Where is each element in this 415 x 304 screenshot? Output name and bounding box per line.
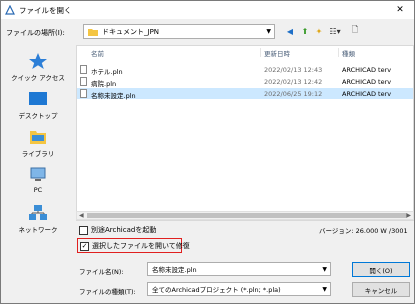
- new-folder-icon[interactable]: ✦: [312, 24, 326, 38]
- open-and-repair-label: 選択したファイルを開いて修復: [92, 242, 190, 250]
- place-label: デスクトップ: [18, 112, 58, 120]
- place-libraries[interactable]: ライブラリ: [5, 129, 71, 165]
- file-name: 病院.pln: [91, 80, 117, 88]
- title-bar: ファイルを開く ✕: [1, 1, 414, 19]
- horizontal-scrollbar[interactable]: ◀ ▶: [76, 211, 414, 220]
- scroll-left-icon[interactable]: ◀: [79, 212, 84, 219]
- filename-label: ファイル名(N):: [79, 268, 124, 276]
- separate-archicad-option[interactable]: 別途Archicadを起動: [79, 225, 156, 235]
- network-icon: [29, 205, 47, 220]
- up-folder-icon[interactable]: ⬆: [298, 24, 312, 38]
- separate-archicad-label: 別途Archicadを起動: [91, 226, 157, 234]
- archicad-icon: [5, 5, 15, 15]
- open-and-repair-option[interactable]: ✓ 選択したファイルを開いて修復: [80, 241, 190, 251]
- look-in-value: ドキュメント_JPN: [102, 27, 160, 36]
- file-type: ARCHICAD terv: [342, 66, 392, 74]
- open-and-repair-checkbox[interactable]: ✓: [80, 241, 89, 251]
- star-icon: [29, 53, 47, 69]
- look-in-label: ファイルの場所(I):: [6, 29, 65, 37]
- version-text: バージョン: 26.000 W /3001: [319, 227, 408, 235]
- file-modified: 2022/02/13 12:43: [264, 66, 323, 74]
- place-label: クイック アクセス: [11, 74, 65, 82]
- open-button[interactable]: 開く(O): [352, 262, 410, 277]
- close-button[interactable]: ✕: [386, 1, 414, 19]
- pln-file-icon: [80, 89, 87, 98]
- file-type: ARCHICAD terv: [342, 90, 392, 98]
- filetype-value: 全てのArchicadプロジェクト (*.pln; *.pla): [152, 286, 281, 294]
- back-icon[interactable]: ◀: [283, 24, 297, 38]
- place-label: PC: [33, 186, 43, 194]
- file-name: 名称未設定.pln: [91, 92, 136, 100]
- desktop-icon: [29, 92, 47, 105]
- place-desktop[interactable]: デスクトップ: [5, 91, 71, 127]
- scrollbar-thumb[interactable]: [87, 213, 407, 218]
- file-row[interactable]: 病院.pln 2022/02/13 12:42 ARCHICAD terv: [77, 76, 413, 88]
- folder-icon: [88, 28, 98, 36]
- view-menu-icon[interactable]: ☷▾: [328, 24, 342, 38]
- window-title: ファイルを開く: [19, 5, 72, 15]
- open-file-dialog: ファイルを開く ✕ ファイルの場所(I): ドキュメント_JPN ▼ ◀ ⬆ ✦…: [0, 0, 415, 304]
- file-modified: 2022/02/13 12:42: [264, 78, 323, 86]
- file-name: ホテル.pln: [91, 68, 123, 76]
- cancel-button[interactable]: キャンセル: [352, 282, 410, 297]
- column-header-modified[interactable]: 更新日時: [264, 48, 290, 58]
- pln-file-icon: [80, 77, 87, 86]
- column-header-type[interactable]: 種類: [342, 48, 355, 58]
- column-header-name[interactable]: 名前: [91, 48, 104, 58]
- place-label: ライブラリ: [21, 150, 55, 158]
- place-quick-access[interactable]: クイック アクセス: [5, 53, 71, 89]
- pln-file-icon: [80, 65, 87, 74]
- chevron-down-icon[interactable]: ▼: [322, 286, 327, 293]
- file-list[interactable]: 名前 更新日時 種類 ホテル.pln 2022/02/13 12:43 ARCH…: [76, 45, 414, 221]
- file-row-selected[interactable]: 名称未設定.pln 2022/06/25 19:12 ARCHICAD terv: [77, 88, 413, 100]
- place-pc[interactable]: PC: [5, 167, 71, 203]
- preview-icon[interactable]: 🗋: [348, 24, 362, 38]
- place-network[interactable]: ネットワーク: [5, 205, 71, 241]
- scroll-right-icon[interactable]: ▶: [406, 212, 411, 219]
- separate-archicad-checkbox[interactable]: [79, 225, 88, 235]
- file-modified: 2022/06/25 19:12: [264, 90, 323, 98]
- look-in-row: ファイルの場所(I): ドキュメント_JPN ▼ ◀ ⬆ ✦ ☷▾ 🗋: [1, 23, 414, 41]
- look-in-combo[interactable]: ドキュメント_JPN ▼: [83, 24, 275, 39]
- column-divider[interactable]: [338, 48, 339, 57]
- filename-input[interactable]: 名称未設定.pln ▼: [147, 262, 331, 276]
- pc-icon: [30, 167, 46, 181]
- file-type: ARCHICAD terv: [342, 78, 392, 86]
- chevron-down-icon[interactable]: ▼: [322, 266, 327, 273]
- place-label: ネットワーク: [18, 226, 58, 234]
- filetype-label: ファイルの種類(T):: [79, 288, 136, 296]
- places-bar: クイック アクセス デスクトップ ライブラリ PC ネットワーク: [5, 45, 71, 234]
- library-icon: [30, 131, 46, 144]
- column-divider[interactable]: [260, 48, 261, 57]
- chevron-down-icon: ▼: [266, 28, 271, 35]
- filetype-select[interactable]: 全てのArchicadプロジェクト (*.pln; *.pla) ▼: [147, 282, 331, 296]
- file-row[interactable]: ホテル.pln 2022/02/13 12:43 ARCHICAD terv: [77, 64, 413, 76]
- filename-value: 名称未設定.pln: [152, 266, 197, 274]
